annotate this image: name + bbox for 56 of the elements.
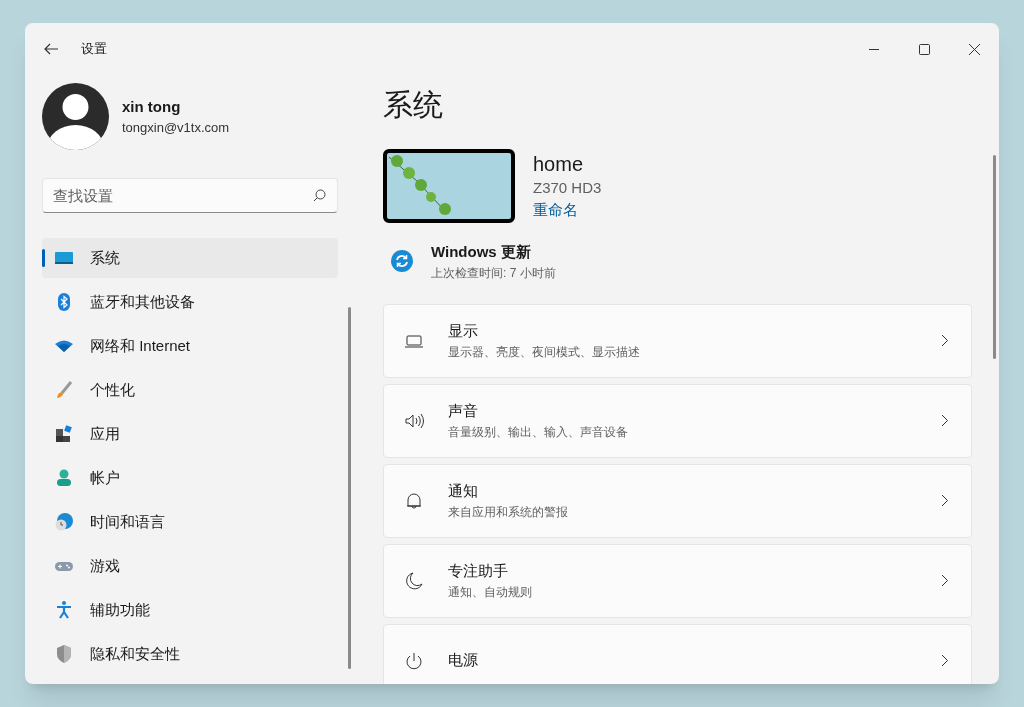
shield-icon xyxy=(54,644,74,664)
card-title: 显示 xyxy=(448,321,479,342)
scrollbar[interactable] xyxy=(993,155,996,359)
maximize-icon xyxy=(918,43,930,55)
paintbrush-icon xyxy=(54,380,74,400)
chevron-right-icon xyxy=(941,414,949,427)
close-icon xyxy=(968,43,980,55)
update-title: Windows 更新 xyxy=(431,242,532,262)
update-status: 上次检查时间: 7 小时前 xyxy=(431,264,556,282)
sidebar-item[interactable]: 辅助功能 xyxy=(42,590,338,630)
chevron-right-icon xyxy=(941,654,949,667)
sidebar-item[interactable]: 时间和语言 xyxy=(42,502,338,542)
search-field[interactable]: 查找设置 xyxy=(42,178,338,213)
power-icon xyxy=(404,650,424,671)
sidebar-item[interactable]: 隐私和安全性 xyxy=(42,634,338,674)
device-name: home xyxy=(533,151,585,177)
account-email: tongxin@v1tx.com xyxy=(122,119,230,137)
card-title: 电源 xyxy=(448,650,479,671)
device-model: Z370 HD3 xyxy=(533,177,602,198)
minimize-icon xyxy=(869,48,879,50)
sidebar-item[interactable]: 网络和 Internet xyxy=(42,326,338,366)
chevron-right-icon xyxy=(941,574,949,587)
search-icon[interactable] xyxy=(313,189,326,202)
person-icon xyxy=(54,468,74,488)
account-name: xin tong xyxy=(122,96,182,117)
scrollbar[interactable] xyxy=(348,307,351,669)
settings-card[interactable]: 显示 显示器、亮度、夜间模式、显示描述 xyxy=(383,303,972,378)
chevron-right-icon xyxy=(941,494,949,507)
sidebar-item[interactable]: 系统 xyxy=(42,238,338,278)
page-title: 系统 xyxy=(383,87,444,123)
settings-card[interactable]: 专注助手 通知、自动规则 xyxy=(383,543,972,618)
moon-icon xyxy=(404,570,424,591)
card-subtitle: 显示器、亮度、夜间模式、显示描述 xyxy=(448,343,641,361)
accessibility-icon xyxy=(54,600,74,620)
window-title: 设置 xyxy=(81,40,107,59)
card-title: 声音 xyxy=(448,401,479,422)
settings-card[interactable]: 电源 xyxy=(383,623,972,684)
card-subtitle: 音量级别、输出、输入、声音设备 xyxy=(448,423,629,441)
sidebar-item[interactable]: 应用 xyxy=(42,414,338,454)
card-subtitle: 通知、自动规则 xyxy=(448,583,533,601)
card-subtitle: 来自应用和系统的警报 xyxy=(448,503,569,521)
bell-icon xyxy=(404,490,424,511)
sync-icon xyxy=(391,250,413,273)
back-arrow-icon[interactable] xyxy=(43,43,59,55)
settings-card[interactable]: 通知 来自应用和系统的警报 xyxy=(383,463,972,538)
sidebar-item[interactable]: 帐户 xyxy=(42,458,338,498)
card-title: 专注助手 xyxy=(448,561,509,582)
settings-card[interactable]: 声音 音量级别、输出、输入、声音设备 xyxy=(383,383,972,458)
chevron-right-icon xyxy=(941,334,949,347)
card-title: 通知 xyxy=(448,481,479,502)
clock-globe-icon xyxy=(54,512,74,532)
apps-icon xyxy=(54,424,74,444)
sidebar-item[interactable]: 个性化 xyxy=(42,370,338,410)
sidebar-item[interactable]: 蓝牙和其他设备 xyxy=(42,282,338,322)
rename-link[interactable]: 重命名 xyxy=(533,199,602,222)
sidebar-item[interactable]: 游戏 xyxy=(42,546,338,586)
